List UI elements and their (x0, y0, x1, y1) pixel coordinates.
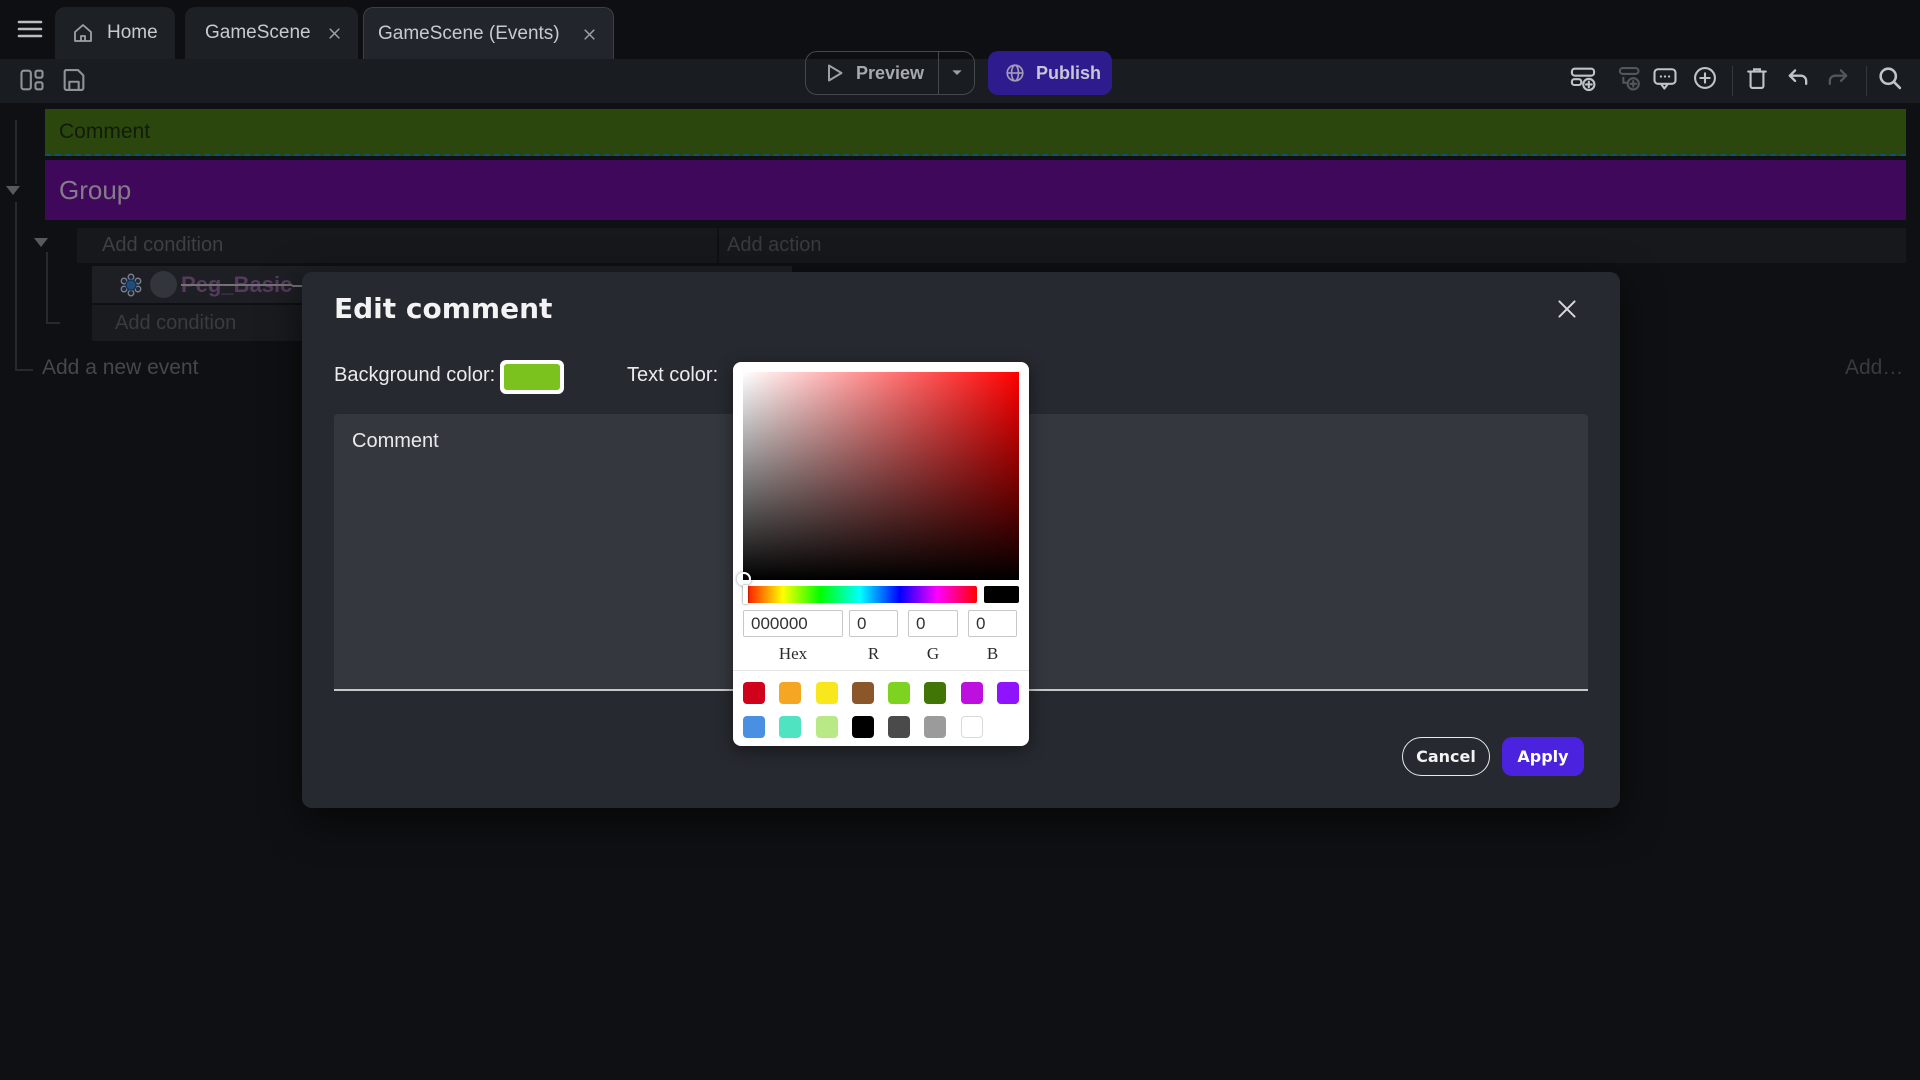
preset-swatch-9013fe[interactable] (997, 682, 1019, 704)
hex-label: Hex (743, 644, 843, 664)
color-picker-popover: Hex R G B (733, 362, 1029, 746)
preview-button-label: Preview (856, 63, 924, 84)
undo-icon[interactable] (1784, 64, 1812, 92)
publish-button[interactable]: Publish (988, 51, 1112, 95)
hue-slider[interactable] (743, 586, 977, 603)
close-icon[interactable] (1554, 296, 1580, 322)
background-color-swatch[interactable] (500, 360, 564, 394)
preset-swatch-4a4a4a[interactable] (888, 716, 910, 738)
add-subevent-icon[interactable] (1614, 64, 1642, 92)
saturation-area[interactable] (743, 372, 1019, 580)
comment-bubble-icon[interactable] (1651, 64, 1679, 92)
g-input[interactable] (908, 610, 958, 637)
current-color-preview (984, 586, 1019, 603)
preset-swatch-row (743, 682, 1019, 704)
preset-swatch-bd10e0[interactable] (961, 682, 983, 704)
home-icon (71, 21, 95, 45)
add-event-icon[interactable] (1569, 64, 1597, 92)
redo-icon[interactable] (1824, 64, 1852, 92)
tab-home[interactable]: Home (55, 7, 175, 59)
preset-swatch-7ed321[interactable] (888, 682, 910, 704)
preset-swatch-b8e986[interactable] (816, 716, 838, 738)
panels-icon[interactable] (18, 66, 46, 94)
play-icon (822, 61, 846, 85)
tab-gamescene[interactable]: GameScene (185, 7, 358, 59)
preview-button[interactable]: Preview (805, 51, 975, 95)
cancel-button[interactable]: Cancel (1402, 737, 1490, 776)
trash-icon[interactable] (1743, 64, 1771, 92)
r-input[interactable] (849, 610, 898, 637)
preset-swatch-9b9b9b[interactable] (924, 716, 946, 738)
tab-close-icon[interactable] (582, 27, 597, 42)
tab-close-icon[interactable] (327, 26, 342, 41)
g-label: G (908, 644, 958, 664)
preset-swatch-d0021b[interactable] (743, 682, 765, 704)
globe-icon (1004, 62, 1026, 84)
add-circle-icon[interactable] (1691, 64, 1719, 92)
b-input[interactable] (968, 610, 1017, 637)
dialog-title: Edit comment (334, 292, 552, 325)
preset-swatch-4a90e2[interactable] (743, 716, 765, 738)
preset-swatch-f8e71c[interactable] (816, 682, 838, 704)
apply-button-label: Apply (1517, 747, 1568, 766)
edit-comment-dialog: Edit comment Background color: Text colo… (302, 272, 1620, 808)
background-color-label: Background color: (334, 358, 495, 392)
tab-gamescene-events-label: GameScene (Events) (378, 23, 560, 45)
saturation-cursor[interactable] (737, 572, 751, 586)
preset-swatch-f5a623[interactable] (779, 682, 801, 704)
hex-input[interactable] (743, 610, 843, 637)
tab-gamescene-events[interactable]: GameScene (Events) (363, 7, 614, 60)
preset-swatch-ffffff[interactable] (961, 716, 983, 738)
publish-button-label: Publish (1036, 63, 1101, 84)
preset-swatch-row (743, 716, 983, 738)
b-label: B (968, 644, 1017, 664)
save-icon[interactable] (60, 66, 88, 94)
gdevelop-app-window: Home GameScene GameScene (Events) Previe… (0, 0, 1920, 1080)
preset-swatch-000000[interactable] (852, 716, 874, 738)
text-color-label: Text color: (627, 358, 718, 392)
preset-swatch-8b572a[interactable] (852, 682, 874, 704)
cancel-button-label: Cancel (1416, 747, 1476, 766)
hue-slider-handle[interactable] (743, 585, 748, 604)
search-icon[interactable] (1876, 64, 1904, 92)
background-color-swatch-fill (504, 364, 560, 390)
hamburger-icon[interactable] (15, 17, 45, 41)
preset-swatch-417505[interactable] (924, 682, 946, 704)
tab-home-label: Home (107, 22, 158, 44)
caret-down-icon[interactable] (949, 65, 965, 81)
apply-button[interactable]: Apply (1502, 737, 1584, 776)
tab-gamescene-label: GameScene (205, 22, 311, 44)
r-label: R (849, 644, 898, 664)
picker-divider (733, 670, 1029, 671)
preset-swatch-50e3c2[interactable] (779, 716, 801, 738)
